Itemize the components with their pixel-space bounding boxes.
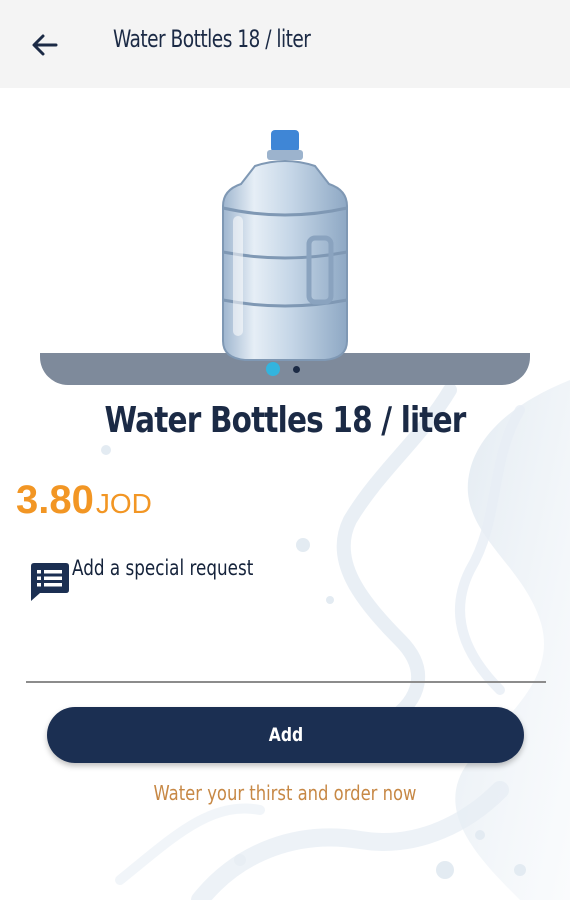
back-button[interactable] [26, 26, 64, 64]
carousel-dot-1[interactable] [266, 362, 280, 376]
tagline: Water your thirst and order now [153, 781, 417, 805]
product-detail-screen: Water Bottles 18 / liter Water Bottles 1… [0, 0, 570, 900]
product-name: Water Bottles 18 / liter [104, 400, 466, 441]
carousel-dot-2[interactable] [293, 366, 300, 373]
special-request-input[interactable] [26, 625, 546, 683]
note-list-icon [31, 563, 69, 601]
special-request-row[interactable]: Add a special request [28, 556, 548, 616]
add-button[interactable]: Add [47, 707, 524, 763]
product-price: 3.80 JOD [16, 478, 152, 523]
price-currency: JOD [95, 488, 152, 519]
page-title: Water Bottles 18 / liter [113, 25, 311, 53]
price-value: 3.80 [16, 478, 94, 522]
arrow-left-icon [32, 34, 58, 56]
water-bottle-image [222, 130, 348, 361]
app-bar: Water Bottles 18 / liter [0, 0, 570, 88]
special-request-label: Add a special request [72, 556, 254, 580]
product-image-carousel[interactable] [0, 88, 570, 388]
add-button-label: Add [268, 724, 303, 746]
